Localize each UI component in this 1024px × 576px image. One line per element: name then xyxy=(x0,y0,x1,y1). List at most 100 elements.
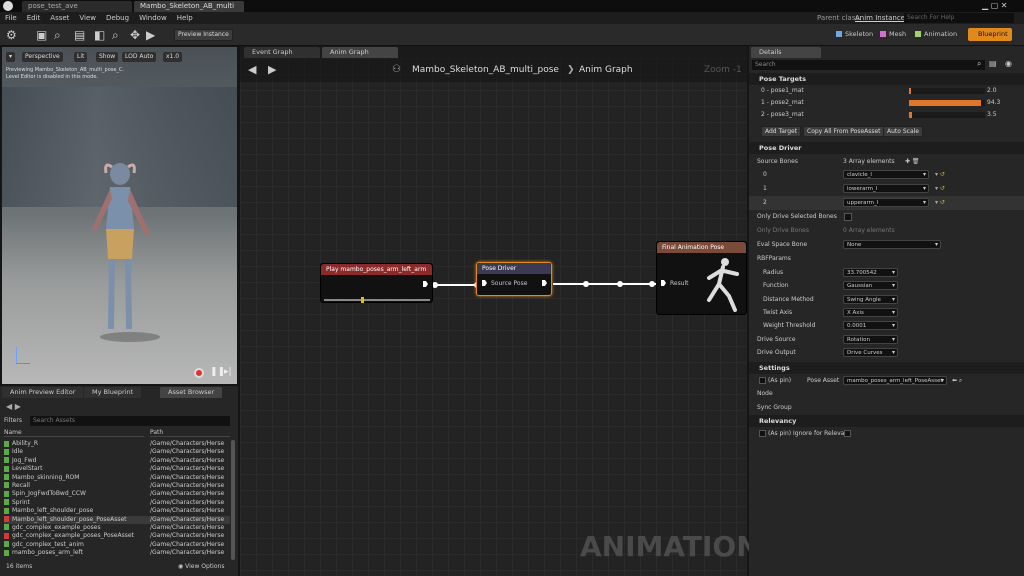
play-output-pin[interactable] xyxy=(423,281,428,287)
search-help-input[interactable]: Search For Help xyxy=(904,13,1014,23)
use-selected-icon[interactable]: ⬅ ⌕ xyxy=(952,374,962,387)
pose-target-bar[interactable] xyxy=(909,112,985,118)
asset-list-item[interactable]: Mambo_skinning_ROM/Game/Characters/Herse xyxy=(4,474,230,482)
doc-tab-mambo-skeleton[interactable]: Mambo_Skeleton_AB_multi xyxy=(134,1,244,12)
mode-skeleton[interactable]: Skeleton xyxy=(845,30,873,38)
asset-list-item[interactable]: Sprint/Game/Characters/Herse xyxy=(4,499,230,507)
asset-list-item[interactable]: gdc_complex_test_anim/Game/Characters/He… xyxy=(4,541,230,549)
pose-driver-output-pin[interactable] xyxy=(542,280,547,286)
add-target-button[interactable]: Add Target xyxy=(761,126,802,137)
result-input-pin[interactable] xyxy=(661,280,666,286)
pause-icon[interactable]: ❚❚ xyxy=(210,367,225,377)
doc-tab-pose-test[interactable]: pose_test_ave xyxy=(22,1,132,12)
asset-list-item[interactable]: Recall/Game/Characters/Herse xyxy=(4,482,230,490)
play-progress-handle[interactable] xyxy=(361,297,364,303)
only-drive-bones-label[interactable]: Only Drive Bones xyxy=(757,224,809,237)
source-bones-label[interactable]: Source Bones xyxy=(757,155,798,168)
bone-dropdown[interactable]: upperarm_l xyxy=(843,198,929,207)
tab-my-blueprint[interactable]: My Blueprint xyxy=(84,387,142,398)
menu-view[interactable]: View xyxy=(74,14,101,22)
bone-dropdown[interactable]: lowerarm_l xyxy=(843,184,929,193)
save-icon[interactable]: ▣ xyxy=(36,24,47,46)
asset-list-item[interactable]: Mambo_left_shoulder_pose/Game/Characters… xyxy=(4,507,230,515)
menu-edit[interactable]: Edit xyxy=(22,14,46,22)
asset-list-item[interactable]: Idle/Game/Characters/Herse xyxy=(4,448,230,456)
ignore-relevancy-checkbox[interactable] xyxy=(844,430,851,437)
mode-blueprint[interactable]: Blueprint xyxy=(968,28,1012,41)
auto-scale-button[interactable]: Auto Scale xyxy=(883,126,923,137)
show-button[interactable]: Show xyxy=(96,52,119,62)
menu-file[interactable]: File xyxy=(0,14,22,22)
menu-window[interactable]: Window xyxy=(134,14,172,22)
eval-space-bone-dropdown[interactable]: None xyxy=(843,240,941,249)
compile-icon[interactable]: ⚙ xyxy=(6,24,17,46)
scrollbar[interactable] xyxy=(231,440,235,560)
pose-target-bar[interactable] xyxy=(909,100,985,106)
details-view-icon[interactable]: ◉ xyxy=(1005,59,1012,68)
preview-viewport[interactable]: Previewing Mambo_Skeleton_AB_multi_pose_… xyxy=(2,47,237,384)
function-dropdown[interactable]: Gaussian xyxy=(843,281,898,290)
bone-array-options-icon[interactable]: ▾ ↺ xyxy=(935,182,945,195)
column-header-name[interactable]: Name xyxy=(4,429,144,437)
section-pose-targets[interactable]: Pose Targets xyxy=(749,73,1024,85)
pose-asset-dropdown[interactable]: mambo_poses_arm_left_PoseAsset xyxy=(843,376,947,385)
class-settings-icon[interactable]: ▤ xyxy=(74,24,85,46)
record-button[interactable] xyxy=(194,368,204,378)
preview-instance-dropdown[interactable]: Preview Instance xyxy=(174,29,233,41)
mode-mesh[interactable]: Mesh xyxy=(889,30,906,38)
tab-details[interactable]: Details xyxy=(751,47,821,58)
asset-list-item[interactable]: mambo_poses_arm_left/Game/Characters/Her… xyxy=(4,549,230,557)
tab-anim-preview-editor[interactable]: Anim Preview Editor xyxy=(2,387,84,398)
radius-input[interactable]: 33.700542 xyxy=(843,268,898,277)
filters-button[interactable]: Filters xyxy=(4,417,22,424)
tab-event-graph[interactable]: Event Graph xyxy=(244,47,320,58)
view-options-button[interactable]: ◉ View Options xyxy=(178,563,224,570)
parent-class-value[interactable]: Anim Instance xyxy=(850,14,910,22)
lod-button[interactable]: LOD Auto xyxy=(122,52,157,62)
tab-asset-browser[interactable]: Asset Browser xyxy=(160,387,223,398)
section-relevancy[interactable]: Relevancy xyxy=(749,415,1024,427)
browse-icon[interactable]: ⌕ xyxy=(54,24,61,46)
asset-list-item[interactable]: gdc_complex_example_poses_PoseAsset/Game… xyxy=(4,532,230,540)
mode-animation[interactable]: Animation xyxy=(924,30,957,38)
pose-target-row[interactable]: 0 - pose1_mat 2.0 xyxy=(749,85,1024,97)
property-matrix-icon[interactable]: ▤ xyxy=(989,59,997,68)
asset-list-item[interactable]: Ability_R/Game/Characters/Herse xyxy=(4,440,230,448)
rbf-params-label[interactable]: RBFParams xyxy=(757,252,791,265)
menu-help[interactable]: Help xyxy=(172,14,198,22)
sync-group-label[interactable]: Sync Group xyxy=(757,401,792,414)
window-controls[interactable]: ▁ ▢ ✕ xyxy=(982,1,1008,10)
pose-target-row[interactable]: 1 - pose2_mat 94.3 xyxy=(749,97,1024,109)
tab-anim-graph[interactable]: Anim Graph xyxy=(322,47,398,58)
node-pose-driver[interactable]: Pose Driver Source Pose xyxy=(476,262,552,296)
weight-threshold-input[interactable]: 0.0001 xyxy=(843,321,898,330)
column-header-path[interactable]: Path xyxy=(150,429,230,437)
as-pin-checkbox[interactable] xyxy=(759,377,766,384)
bone-array-options-icon[interactable]: ▾ ↺ xyxy=(935,196,945,209)
class-defaults-icon[interactable]: ◧ xyxy=(94,24,105,46)
asset-list-item[interactable]: Jog_Fwd/Game/Characters/Herse xyxy=(4,457,230,465)
pose-target-row[interactable]: 2 - pose3_mat 3.5 xyxy=(749,109,1024,121)
node-play-sequence[interactable]: Play mambo_poses_arm_left_arm xyxy=(320,263,433,303)
menu-debug[interactable]: Debug xyxy=(101,14,134,22)
distance-method-dropdown[interactable]: Swing Angle xyxy=(843,295,898,304)
search-icon[interactable]: ⌕ xyxy=(112,24,119,46)
viewport-options-icon[interactable]: ▾ xyxy=(6,52,16,62)
details-search-icon[interactable]: ⌕ xyxy=(977,59,981,69)
step-icon[interactable]: ▸| xyxy=(224,367,232,377)
drive-output-dropdown[interactable]: Drive Curves xyxy=(843,348,898,357)
section-pose-driver[interactable]: Pose Driver xyxy=(749,142,1024,154)
play-icon[interactable]: ▶ xyxy=(146,24,155,46)
speed-button[interactable]: x1.0 xyxy=(163,52,183,62)
drive-source-dropdown[interactable]: Rotation xyxy=(843,335,898,344)
asset-list-item[interactable]: gdc_complex_example_poses/Game/Character… xyxy=(4,524,230,532)
perspective-button[interactable]: Perspective xyxy=(22,52,63,62)
copy-all-button[interactable]: Copy All From PoseAsset xyxy=(803,126,885,137)
node-final-animation-pose[interactable]: Final Animation Pose Result xyxy=(656,241,747,315)
asset-list-item[interactable]: LevelStart/Game/Characters/Herse xyxy=(4,465,230,473)
asset-list-item[interactable]: Mambo_left_shoulder_pose_PoseAsset/Game/… xyxy=(4,515,230,524)
source-pose-input-pin[interactable] xyxy=(482,280,487,286)
add-element-icon[interactable]: ✚ 🗑 xyxy=(905,155,920,168)
debug-icon[interactable]: ✥ xyxy=(130,24,140,46)
twist-axis-dropdown[interactable]: X Axis xyxy=(843,308,898,317)
